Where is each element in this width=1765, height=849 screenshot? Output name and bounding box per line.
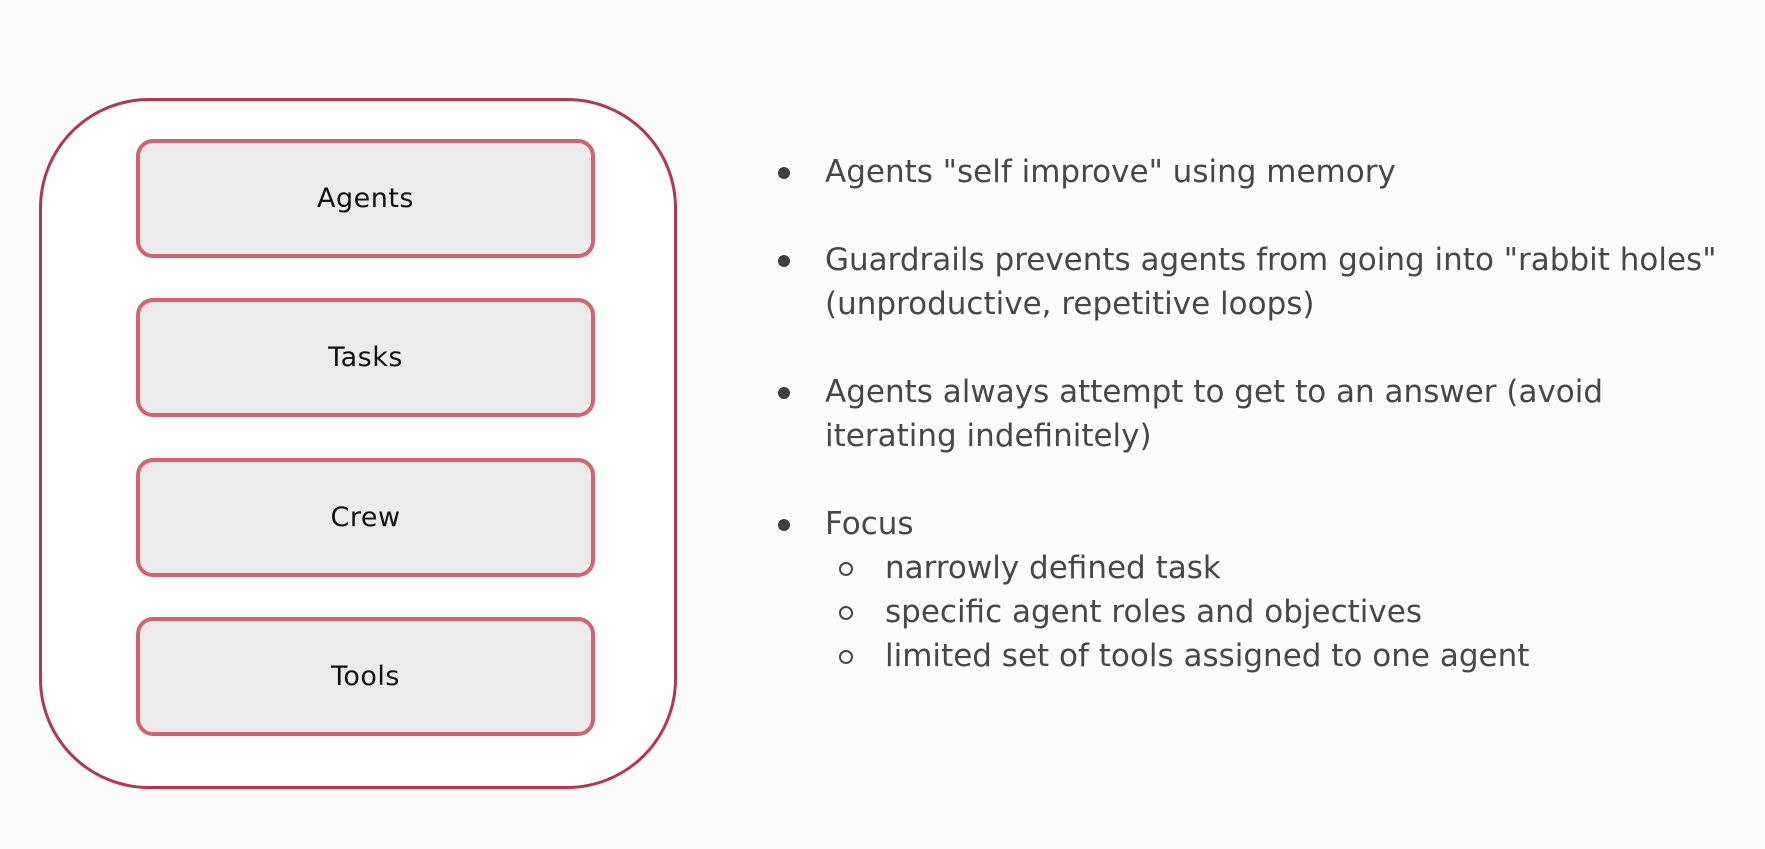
crew-box: Crew	[136, 458, 595, 577]
sub-item-text: specific agent roles and objectives	[885, 594, 1422, 630]
bullet-dot-icon	[778, 167, 790, 179]
bullet-text: Guardrails prevents agents from going in…	[825, 242, 1717, 322]
hollow-circle-icon	[839, 650, 853, 664]
bullet-item-focus: Focus narrowly defined task specific age…	[775, 502, 1735, 678]
bullet-list: Agents "self improve" using memory Guard…	[775, 150, 1735, 678]
tools-box: Tools	[136, 617, 595, 736]
crew-label: Crew	[330, 502, 401, 533]
tasks-box: Tasks	[136, 298, 595, 417]
sub-item-text: limited set of tools assigned to one age…	[885, 638, 1530, 674]
bullet-dot-icon	[778, 387, 790, 399]
bullet-item-memory: Agents "self improve" using memory	[775, 150, 1735, 194]
bullet-text: Agents "self improve" using memory	[825, 154, 1396, 190]
hollow-circle-icon	[839, 562, 853, 576]
bullet-dot-icon	[778, 255, 790, 267]
bullet-dot-icon	[778, 519, 790, 531]
tasks-label: Tasks	[328, 342, 403, 373]
tools-label: Tools	[330, 661, 400, 692]
sub-item: specific agent roles and objectives	[825, 590, 1735, 634]
bullet-item-answer: Agents always attempt to get to an answe…	[775, 370, 1735, 458]
agents-box: Agents	[136, 139, 595, 258]
agents-label: Agents	[317, 183, 414, 214]
sub-item: narrowly defined task	[825, 546, 1735, 590]
slide: Agents Tasks Crew Tools Agents "self imp…	[0, 0, 1765, 849]
bullet-item-guardrails: Guardrails prevents agents from going in…	[775, 238, 1735, 326]
sub-item: limited set of tools assigned to one age…	[825, 634, 1735, 678]
hollow-circle-icon	[839, 606, 853, 620]
bullet-text: Agents always attempt to get to an answe…	[825, 374, 1604, 454]
bullet-text: Focus	[825, 506, 914, 542]
focus-sub-list: narrowly defined task specific agent rol…	[825, 546, 1735, 678]
sub-item-text: narrowly defined task	[885, 550, 1221, 586]
